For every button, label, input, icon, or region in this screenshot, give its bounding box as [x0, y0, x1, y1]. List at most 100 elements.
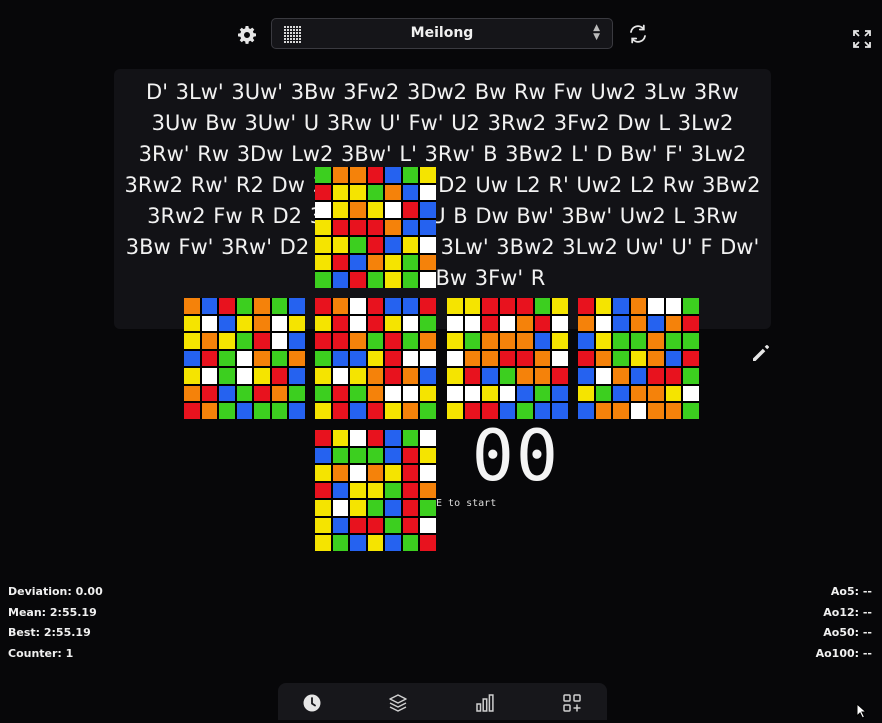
cube-sticker: [219, 298, 235, 314]
puzzle-select[interactable]: Meilong ▲ ▼: [271, 18, 613, 49]
cube-sticker: [315, 298, 331, 314]
cube-sticker: [236, 368, 253, 384]
cube-sticker: [420, 500, 436, 516]
cube-sticker: [385, 237, 401, 253]
cube-sticker: [350, 465, 366, 481]
cube-sticker: [350, 368, 366, 384]
cube-sticker: [402, 298, 419, 314]
cube-sticker: [219, 315, 235, 332]
cube-sticker: [595, 298, 612, 314]
cube-sticker: [420, 254, 436, 271]
scramble-panel: D' 3Lw' 3Uw' 3Bw 3Fw2 3Dw2 Bw Rw Fw Uw2 …: [114, 69, 771, 329]
cube-sticker: [402, 202, 419, 218]
edit-icon[interactable]: [751, 343, 771, 363]
cube-sticker: [367, 237, 384, 253]
cube-sticker: [332, 184, 349, 201]
cube-sticker: [578, 298, 594, 314]
cube-sticker: [184, 315, 200, 332]
cube-sticker: [315, 272, 331, 288]
cube-sticker: [482, 333, 498, 349]
layers-icon[interactable]: [388, 693, 408, 713]
cube-sticker: [367, 254, 384, 271]
cube-sticker: [420, 403, 436, 419]
cube-sticker: [315, 333, 331, 349]
cube-sticker: [578, 385, 594, 402]
cube-sticker: [271, 298, 288, 314]
cube-sticker: [534, 368, 551, 384]
cube-sticker: [420, 447, 436, 464]
cube-sticker: [271, 403, 288, 419]
cube-sticker: [447, 403, 463, 419]
cube-sticker: [420, 167, 436, 183]
puzzle-select-value: Meilong: [410, 25, 474, 41]
bar-chart-icon[interactable]: [475, 693, 495, 713]
cube-sticker: [385, 184, 401, 201]
cube-sticker: [201, 385, 218, 402]
cube-sticker: [367, 517, 384, 534]
cube-sticker: [630, 403, 647, 419]
cube-sticker: [595, 403, 612, 419]
cube-sticker: [534, 385, 551, 402]
ao12-stat[interactable]: Ao12: --: [816, 603, 872, 624]
cube-sticker: [420, 202, 436, 218]
cube-sticker: [332, 500, 349, 516]
cube-sticker: [630, 385, 647, 402]
cube-sticker: [385, 350, 401, 367]
cube-sticker: [665, 385, 682, 402]
cube-sticker: [350, 167, 366, 183]
add-widget-icon[interactable]: [562, 693, 582, 713]
cube-sticker: [630, 368, 647, 384]
cube-sticker: [578, 368, 594, 384]
cube-sticker: [385, 167, 401, 183]
cube-sticker: [534, 403, 551, 419]
cube-sticker: [289, 333, 305, 349]
cube-sticker: [613, 385, 629, 402]
cube-sticker: [367, 315, 384, 332]
cube-sticker: [613, 315, 629, 332]
cube-sticker: [578, 315, 594, 332]
cube-sticker: [315, 219, 331, 236]
cube-sticker: [402, 219, 419, 236]
cube-sticker: [534, 298, 551, 314]
cube-sticker: [420, 535, 436, 551]
cube-sticker: [332, 368, 349, 384]
fullscreen-icon[interactable]: [853, 30, 871, 48]
ao5-stat[interactable]: Ao5: --: [816, 582, 872, 603]
cube-sticker: [517, 333, 533, 349]
cube-sticker: [517, 385, 533, 402]
cube-sticker: [271, 368, 288, 384]
cube-sticker: [552, 350, 568, 367]
cube-sticker: [332, 167, 349, 183]
deviation-stat: Deviation: 0.00: [8, 585, 103, 598]
cube-sticker: [552, 298, 568, 314]
cube-sticker: [315, 315, 331, 332]
ao100-stat[interactable]: Ao100: --: [816, 644, 872, 665]
cube-sticker: [236, 385, 253, 402]
gear-icon[interactable]: [237, 25, 257, 45]
cube-sticker: [420, 430, 436, 446]
cube-sticker: [499, 350, 516, 367]
cube-sticker: [420, 219, 436, 236]
ao50-stat[interactable]: Ao50: --: [816, 623, 872, 644]
cube-sticker: [482, 315, 498, 332]
scramble-text[interactable]: D' 3Lw' 3Uw' 3Bw 3Fw2 3Dw2 Bw Rw Fw Uw2 …: [124, 77, 761, 294]
cube-sticker: [332, 237, 349, 253]
cube-sticker: [254, 298, 270, 314]
top-bar: Meilong ▲ ▼: [0, 18, 882, 52]
cube-sticker: [420, 385, 436, 402]
cube-sticker: [482, 403, 498, 419]
cube-sticker: [271, 315, 288, 332]
cube-sticker: [367, 350, 384, 367]
clock-icon[interactable]: [302, 693, 322, 713]
cube-sticker: [350, 333, 366, 349]
refresh-icon[interactable]: [627, 23, 649, 45]
cube-sticker: [332, 219, 349, 236]
cube-sticker: [420, 350, 436, 367]
cube-sticker: [683, 385, 699, 402]
cube-sticker: [367, 368, 384, 384]
cube-sticker: [332, 465, 349, 481]
cube-sticker: [350, 219, 366, 236]
cube-sticker: [385, 500, 401, 516]
cube-sticker: [219, 368, 235, 384]
cube-sticker: [613, 298, 629, 314]
